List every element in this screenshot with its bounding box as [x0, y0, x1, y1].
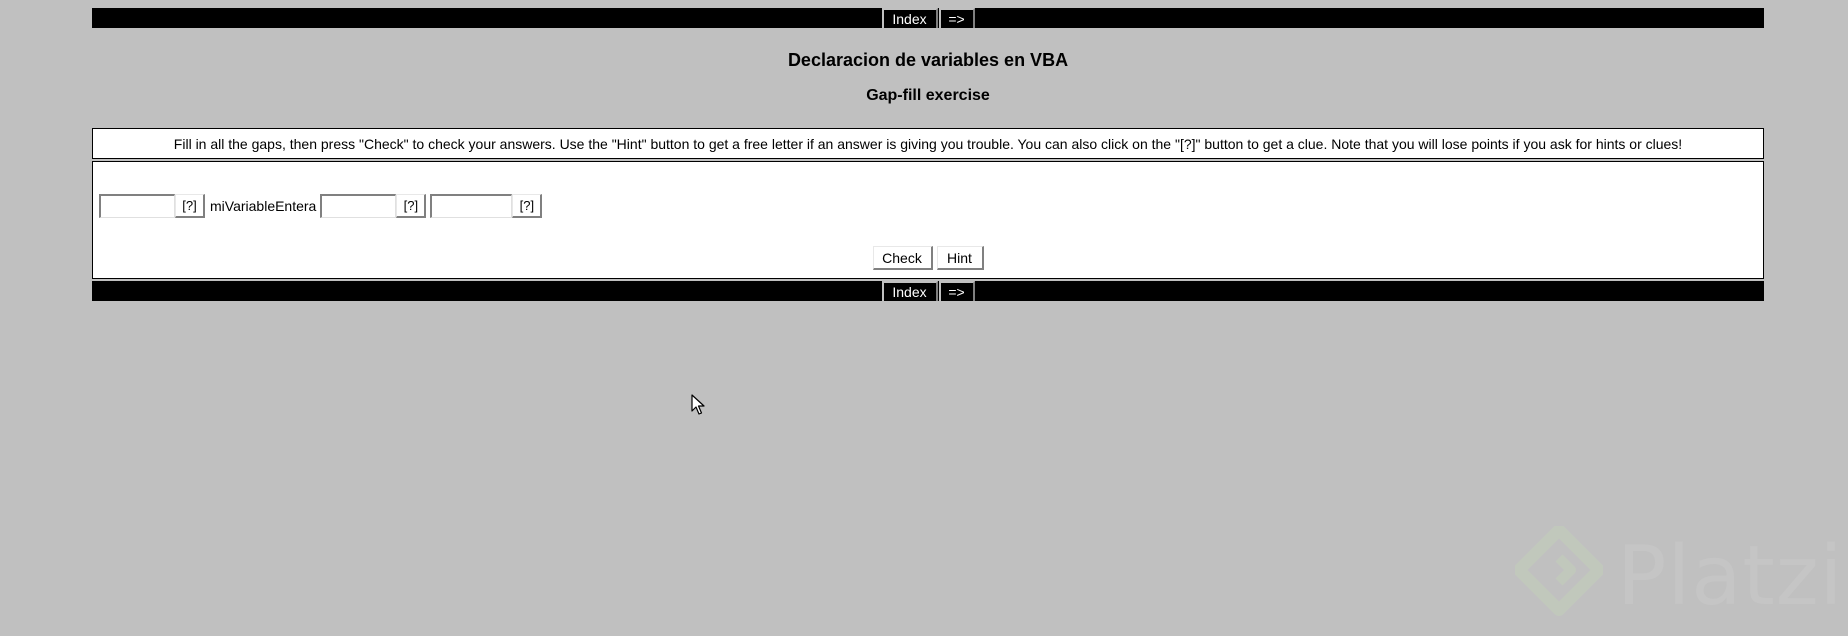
gap-text-mivariableentera: miVariableEntera: [210, 198, 317, 214]
page-subtitle: Gap-fill exercise: [866, 87, 990, 104]
clue-button-1[interactable]: [?]: [175, 194, 205, 218]
gap-row: [?] miVariableEntera [?] [?]: [99, 194, 543, 218]
index-button-bottom[interactable]: Index: [881, 281, 938, 301]
hint-button[interactable]: Hint: [936, 246, 984, 270]
top-navbar: Index =>: [92, 8, 1764, 28]
index-button[interactable]: Index: [881, 8, 938, 28]
platzi-watermark: Platzi: [1515, 526, 1843, 626]
gap-input-2[interactable]: [320, 194, 397, 218]
check-button[interactable]: Check: [872, 246, 933, 270]
page-title: Declaracion de variables en VBA: [787, 50, 1069, 70]
exercise-box: [?] miVariableEntera [?] [?] Check Hint: [92, 161, 1764, 279]
action-buttons: Check Hint: [93, 246, 1763, 270]
next-button[interactable]: =>: [938, 8, 975, 28]
gap-input-3[interactable]: [430, 194, 513, 218]
clue-button-3[interactable]: [?]: [512, 194, 543, 218]
mouse-pointer-icon: [691, 394, 705, 415]
watermark-text: Platzi: [1617, 528, 1844, 624]
next-button-bottom[interactable]: =>: [938, 281, 975, 301]
instructions-box: Fill in all the gaps, then press "Check"…: [92, 128, 1764, 159]
instructions-text: Fill in all the gaps, then press "Check"…: [173, 135, 1683, 152]
bottom-navbar: Index =>: [92, 281, 1764, 301]
platzi-logo-icon: [1515, 526, 1603, 616]
gap-input-1[interactable]: [99, 194, 175, 218]
clue-button-2[interactable]: [?]: [396, 194, 427, 218]
